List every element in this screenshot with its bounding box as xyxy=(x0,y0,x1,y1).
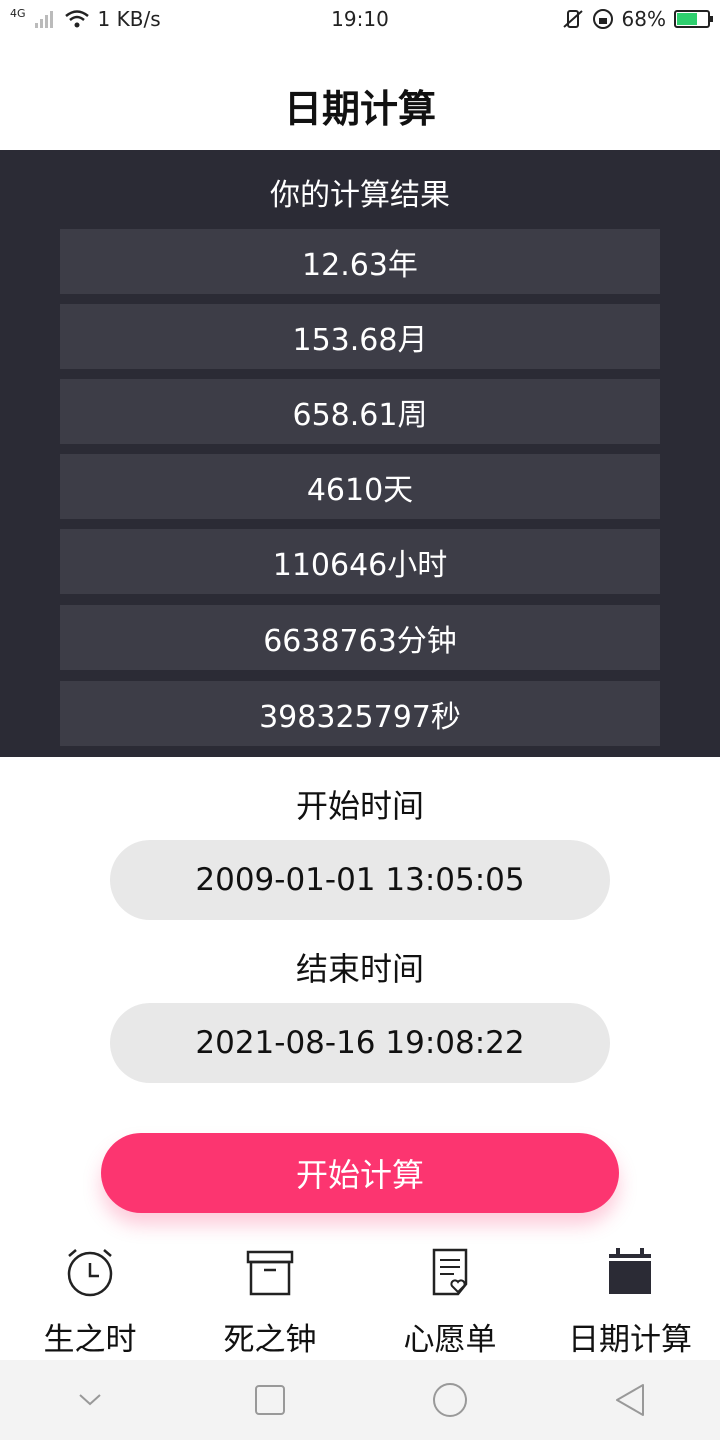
chevron-down-icon xyxy=(79,1394,101,1406)
vibrate-icon xyxy=(562,10,583,28)
alarm-clock-icon xyxy=(67,1249,113,1297)
start-calculate-button[interactable]: 开始计算 xyxy=(101,1133,619,1213)
tab-date-calc[interactable]: 日期计算 xyxy=(540,1240,720,1360)
status-bar: 4G 1 KB/s 19:10 68% xyxy=(0,0,720,38)
bottom-tab-bar: 生之时 死之钟 心愿单 日期计算 xyxy=(0,1240,720,1360)
battery-icon xyxy=(674,10,713,28)
tab-death-clock[interactable]: 死之钟 xyxy=(180,1240,360,1360)
tab-label: 生之时 xyxy=(43,1322,137,1358)
nav-collapse-button[interactable] xyxy=(60,1370,120,1430)
network-speed: 1 KB/s xyxy=(97,7,161,31)
end-time-picker[interactable]: 2021-08-16 19:08:22 xyxy=(110,1003,610,1083)
back-triangle-icon xyxy=(616,1384,644,1416)
battery-fill xyxy=(677,13,698,25)
tab-label: 心愿单 xyxy=(403,1322,497,1358)
result-row-days: 4610天 xyxy=(60,454,660,519)
battery-percent: 68% xyxy=(621,7,666,31)
status-left: 4G 1 KB/s xyxy=(10,6,270,32)
status-right: 68% xyxy=(450,7,713,31)
tab-label: 日期计算 xyxy=(568,1322,692,1358)
results-panel: 你的计算结果 12.63年 153.68月 658.61周 4610天 1106… xyxy=(0,150,720,757)
circle-icon xyxy=(433,1383,467,1417)
nav-home-button[interactable] xyxy=(420,1370,480,1430)
result-row-weeks: 658.61周 xyxy=(60,379,660,444)
wifi-icon xyxy=(64,10,89,28)
start-time-picker[interactable]: 2009-01-01 13:05:05 xyxy=(110,840,610,920)
end-time-label: 结束时间 xyxy=(295,950,424,988)
result-row-seconds: 398325797秒 xyxy=(60,681,660,746)
calendar-icon xyxy=(609,1248,651,1294)
tab-birth-time[interactable]: 生之时 xyxy=(0,1240,180,1360)
start-time-label: 开始时间 xyxy=(295,787,424,825)
signal-icon xyxy=(34,11,53,28)
page-title: 日期计算 xyxy=(283,87,436,131)
tab-label: 死之钟 xyxy=(223,1322,317,1358)
square-icon xyxy=(255,1385,285,1415)
result-row-years: 12.63年 xyxy=(60,229,660,294)
rotation-lock-icon xyxy=(592,9,613,29)
system-nav-bar xyxy=(0,1360,720,1440)
result-row-minutes: 6638763分钟 xyxy=(60,605,660,670)
results-heading: 你的计算结果 xyxy=(270,178,450,213)
nav-back-button[interactable] xyxy=(600,1370,660,1430)
status-time: 19:10 xyxy=(331,7,389,31)
network-type: 4G xyxy=(10,6,26,20)
nav-recents-button[interactable] xyxy=(240,1370,300,1430)
wish-list-icon xyxy=(432,1248,468,1296)
archive-box-icon xyxy=(246,1250,294,1296)
result-row-hours: 110646小时 xyxy=(60,529,660,594)
result-row-months: 153.68月 xyxy=(60,304,660,369)
tab-wish-list[interactable]: 心愿单 xyxy=(360,1240,540,1360)
